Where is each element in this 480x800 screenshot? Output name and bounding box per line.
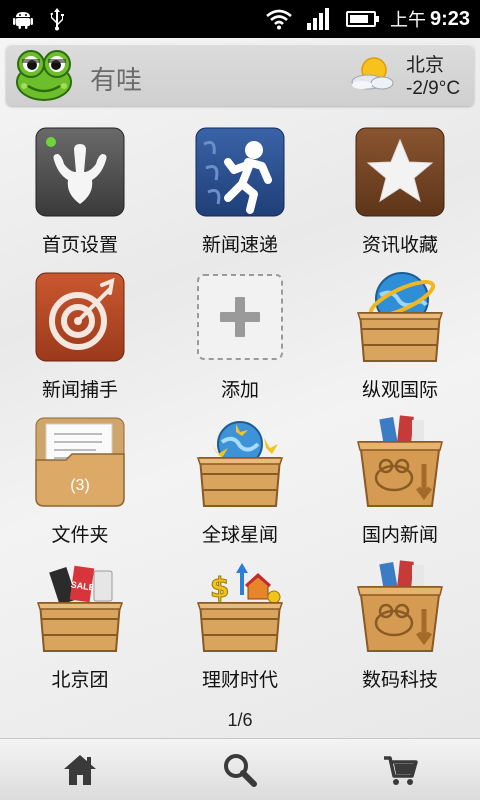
tile-label: 添加 xyxy=(220,379,259,401)
tile-international[interactable]: 纵观国际 xyxy=(320,265,480,410)
status-right: 上午 9:23 xyxy=(266,6,470,32)
frog-box-icon xyxy=(357,560,443,652)
bottom-nav xyxy=(0,738,480,800)
tile-label: 理财时代 xyxy=(201,669,278,691)
app-grid: 首页设置 新闻速递 资讯收藏 新闻捕手 添加 纵观国际 (3) 文件夹 全球星闻… xyxy=(0,120,480,700)
plus-icon xyxy=(197,274,283,360)
sunny-cloudy-icon[interactable] xyxy=(348,54,396,94)
signal-icon xyxy=(306,8,329,30)
status-bar: 上午 9:23 xyxy=(0,0,480,38)
tile-label: 北京团 xyxy=(51,669,109,691)
tile-label: 国内新闻 xyxy=(361,524,438,546)
battery-level xyxy=(349,15,368,23)
money-box-icon: $ xyxy=(196,563,284,652)
search-button[interactable] xyxy=(200,740,280,800)
tile-favorites[interactable]: 资讯收藏 xyxy=(320,120,480,265)
home-button[interactable] xyxy=(40,740,120,800)
tile-label: 资讯收藏 xyxy=(361,234,438,256)
target-icon xyxy=(35,272,125,362)
header-bar: 有哇 北京 -2/9°C xyxy=(6,44,474,106)
cart-button[interactable] xyxy=(360,740,440,800)
status-left xyxy=(12,7,66,31)
usb-icon xyxy=(50,8,64,31)
tile-global-star-news[interactable]: 全球星闻 xyxy=(160,410,320,555)
tile-news-catcher[interactable]: 新闻捕手 xyxy=(0,265,160,410)
running-man-icon xyxy=(195,127,285,217)
frog-box-icon xyxy=(357,415,443,507)
weather-temperature: -2/9°C xyxy=(406,78,461,99)
tile-finance[interactable]: $ 理财时代 xyxy=(160,555,320,700)
cart-icon xyxy=(384,755,418,785)
tile-label: 新闻捕手 xyxy=(41,379,118,401)
search-icon xyxy=(224,753,257,787)
shopping-box-icon: SALE xyxy=(36,565,124,652)
wifi-icon xyxy=(266,9,292,30)
tile-label: 首页设置 xyxy=(41,234,118,256)
globe-box-icon xyxy=(356,272,444,362)
home-icon xyxy=(64,754,96,785)
app-name: 有哇 xyxy=(90,65,143,95)
android-icon xyxy=(13,12,33,29)
tile-digital-tech[interactable]: 数码科技 xyxy=(320,555,480,700)
star-icon xyxy=(355,127,445,217)
tile-beijing-group[interactable]: SALE 北京团 xyxy=(0,555,160,700)
page-indicator: 1/6 xyxy=(227,710,253,730)
weather-city: 北京 xyxy=(406,54,445,76)
svg-text:$: $ xyxy=(210,571,229,604)
tile-home-settings[interactable]: 首页设置 xyxy=(0,120,160,265)
battery-icon xyxy=(345,11,379,27)
tile-news-express[interactable]: 新闻速递 xyxy=(160,120,320,265)
status-ampm: 上午 xyxy=(389,10,426,31)
frog-icon[interactable] xyxy=(14,48,74,102)
folder-icon: (3) xyxy=(35,417,125,507)
tile-label: 数码科技 xyxy=(361,669,438,691)
tile-folder[interactable]: (3) 文件夹 xyxy=(0,410,160,555)
tile-label: 纵观国际 xyxy=(361,379,438,401)
star-globe-box-icon xyxy=(196,421,284,507)
tile-domestic-news[interactable]: 国内新闻 xyxy=(320,410,480,555)
frog-foot-icon xyxy=(35,127,125,217)
tile-label: 文件夹 xyxy=(51,524,109,546)
status-time: 9:23 xyxy=(429,7,470,30)
tile-add[interactable]: 添加 xyxy=(160,265,320,410)
tile-label: 新闻速递 xyxy=(201,234,278,256)
folder-badge: (3) xyxy=(70,477,90,494)
tile-label: 全球星闻 xyxy=(201,524,278,546)
